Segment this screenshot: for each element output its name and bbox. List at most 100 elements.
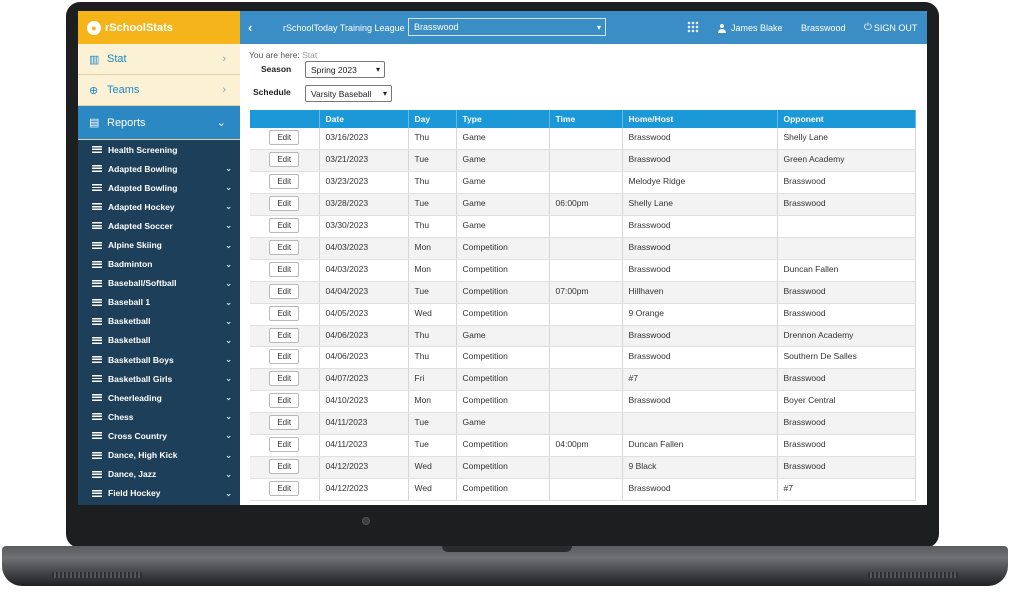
sidebar-item-label: Badminton [108,259,153,270]
sidebar-item-sport[interactable]: Alpine Skiing ⌄ [78,235,240,254]
cell-date: 03/30/2023 [319,215,409,238]
edit-button[interactable]: Edit [269,261,300,277]
schedule-label: Schedule [253,87,291,97]
cell-time [549,325,623,348]
edit-button[interactable]: Edit [269,305,300,321]
cell-home-host: Brasswood [622,390,778,414]
sidebar-item-sport[interactable]: Field Hockey ⌄ [78,484,240,503]
sidebar-item-sport[interactable]: Basketball ⌄ [78,331,240,350]
sidebar-item-sport[interactable]: Badminton ⌄ [78,255,240,274]
edit-button[interactable]: Edit [269,174,300,190]
sidebar-item-sport[interactable]: Baseball/Softball ⌄ [78,274,240,293]
cell-opponent: Brasswood [777,303,916,326]
sign-out-button[interactable]: ⏻ SIGN OUT [864,11,917,44]
column-header-time[interactable]: Time [549,110,623,128]
cell-time [549,215,623,238]
schedule-select[interactable]: Varsity Baseball ▾ [305,85,392,102]
cell-time [549,171,623,195]
school-select[interactable]: Brasswood ▾ [408,18,606,36]
cell-home-host: Brasswood [622,237,778,260]
sidebar-item-label: Basketball [108,316,151,327]
cell-opponent: Duncan Fallen [777,259,916,282]
edit-button[interactable]: Edit [269,349,300,365]
edit-button[interactable]: Edit [269,458,300,474]
edit-button[interactable]: Edit [269,152,300,168]
chevron-down-icon: ⌄ [216,117,226,129]
edit-button[interactable]: Edit [269,283,300,299]
sidebar-item-sport[interactable]: Basketball Girls ⌄ [78,369,240,388]
breadcrumb-current[interactable]: Stat [302,50,317,60]
column-header-day[interactable]: Day [408,110,457,128]
column-header-type[interactable]: Type [456,110,550,128]
brand-logo[interactable]: ● rSchoolStats [78,11,240,44]
nav-item-reports[interactable]: ▤ Reports ⌄ [78,106,240,140]
cell-type: Competition [456,390,550,414]
sidebar-item-sport[interactable]: Basketball Boys ⌄ [78,350,240,369]
schedule-table: Date Day Type Time Home/Host Opponent Ed… [250,110,916,501]
globe-icon: ⊕ [89,84,99,97]
chevron-down-icon: ⌄ [225,278,232,288]
sidebar-item-sport[interactable]: Basketball ⌄ [78,312,240,331]
nav-item-teams[interactable]: ⊕ Teams › [78,75,240,106]
cell-day: Thu [408,325,457,348]
column-header-opponent[interactable]: Opponent [777,110,916,128]
app-screen: ● rSchoolStats ▥ Stat › ⊕ Teams › ▤ Repo… [78,11,927,505]
sidebar-item-sport[interactable]: Cheerleading ⌄ [78,388,240,407]
cell-time [549,478,623,501]
org-name[interactable]: Brasswood [801,11,846,44]
cell-type: Competition [456,346,550,370]
edit-button[interactable]: Edit [269,130,300,145]
cell-opponent: Southern De Salles [777,346,916,370]
cell-home-host: Brasswood [622,325,778,348]
menu-lines-icon [92,394,102,402]
edit-button[interactable]: Edit [269,415,300,431]
table-row: Edit 03/30/2023 Thu Game Brasswood [250,215,916,238]
user-menu[interactable]: James Blake [718,11,783,44]
table-row: Edit 03/28/2023 Tue Game 06:00pm Shelly Lane B… [250,193,916,217]
table-row: Edit 03/23/2023 Thu Game Melodye Ridge Brassw… [250,171,916,195]
sidebar-item-sport[interactable]: Cross Country ⌄ [78,426,240,445]
sidebar-item-sport[interactable]: Adapted Soccer ⌄ [78,216,240,235]
cell-time [549,259,623,282]
sidebar-item-sport[interactable]: Dance, Jazz ⌄ [78,465,240,484]
sidebar-item-sport[interactable]: Adapted Bowling ⌄ [78,178,240,197]
back-arrow-icon[interactable]: ‹ [248,11,252,44]
sidebar-item-sport[interactable]: Baseball 1 ⌄ [78,293,240,312]
sidebar-item-label: Field Hockey [108,488,161,499]
cell-date: 03/28/2023 [319,193,409,217]
edit-button[interactable]: Edit [269,218,300,234]
cell-date: 04/06/2023 [319,346,409,370]
sidebar-item-sport[interactable]: Dance, High Kick ⌄ [78,446,240,465]
menu-lines-icon [92,356,102,364]
table-row: Edit 04/03/2023 Mon Competition Brasswood [250,237,916,260]
column-header-date[interactable]: Date [319,110,409,128]
cell-home-host: 9 Black [622,456,778,479]
sidebar-item-sport[interactable]: Adapted Hockey ⌄ [78,197,240,216]
cell-date: 04/12/2023 [319,478,409,501]
edit-button[interactable]: Edit [269,480,300,496]
cell-opponent: Boyer Central [777,390,916,414]
cell-date: 03/23/2023 [319,171,409,195]
sidebar-item-sport[interactable]: Chess ⌄ [78,407,240,426]
sidebar-item-sport[interactable]: Adapted Bowling ⌄ [78,159,240,178]
cell-date: 03/16/2023 [319,128,409,151]
edit-button[interactable]: Edit [269,393,300,409]
apps-grid-icon[interactable] [687,21,699,33]
cell-time: 06:00pm [549,193,623,217]
cell-type: Game [456,193,550,217]
cell-opponent: Drennon Academy [777,325,916,348]
nav-item-stat[interactable]: ▥ Stat › [78,44,240,75]
sidebar-item-sport[interactable]: Health Screening [78,140,240,159]
chevron-down-icon: ⌄ [225,297,232,307]
webcam [362,517,370,525]
table-row: Edit 04/06/2023 Thu Competition Brasswood Sou… [250,346,916,370]
edit-cell: Edit [250,478,320,501]
season-select[interactable]: Spring 2023 ▾ [305,61,385,78]
edit-button[interactable]: Edit [269,196,300,212]
edit-button[interactable]: Edit [269,239,300,255]
edit-button[interactable]: Edit [269,436,300,452]
edit-button[interactable]: Edit [269,371,300,387]
sign-out-label: SIGN OUT [873,22,918,33]
column-header-home-host[interactable]: Home/Host [622,110,778,128]
edit-button[interactable]: Edit [269,327,300,343]
